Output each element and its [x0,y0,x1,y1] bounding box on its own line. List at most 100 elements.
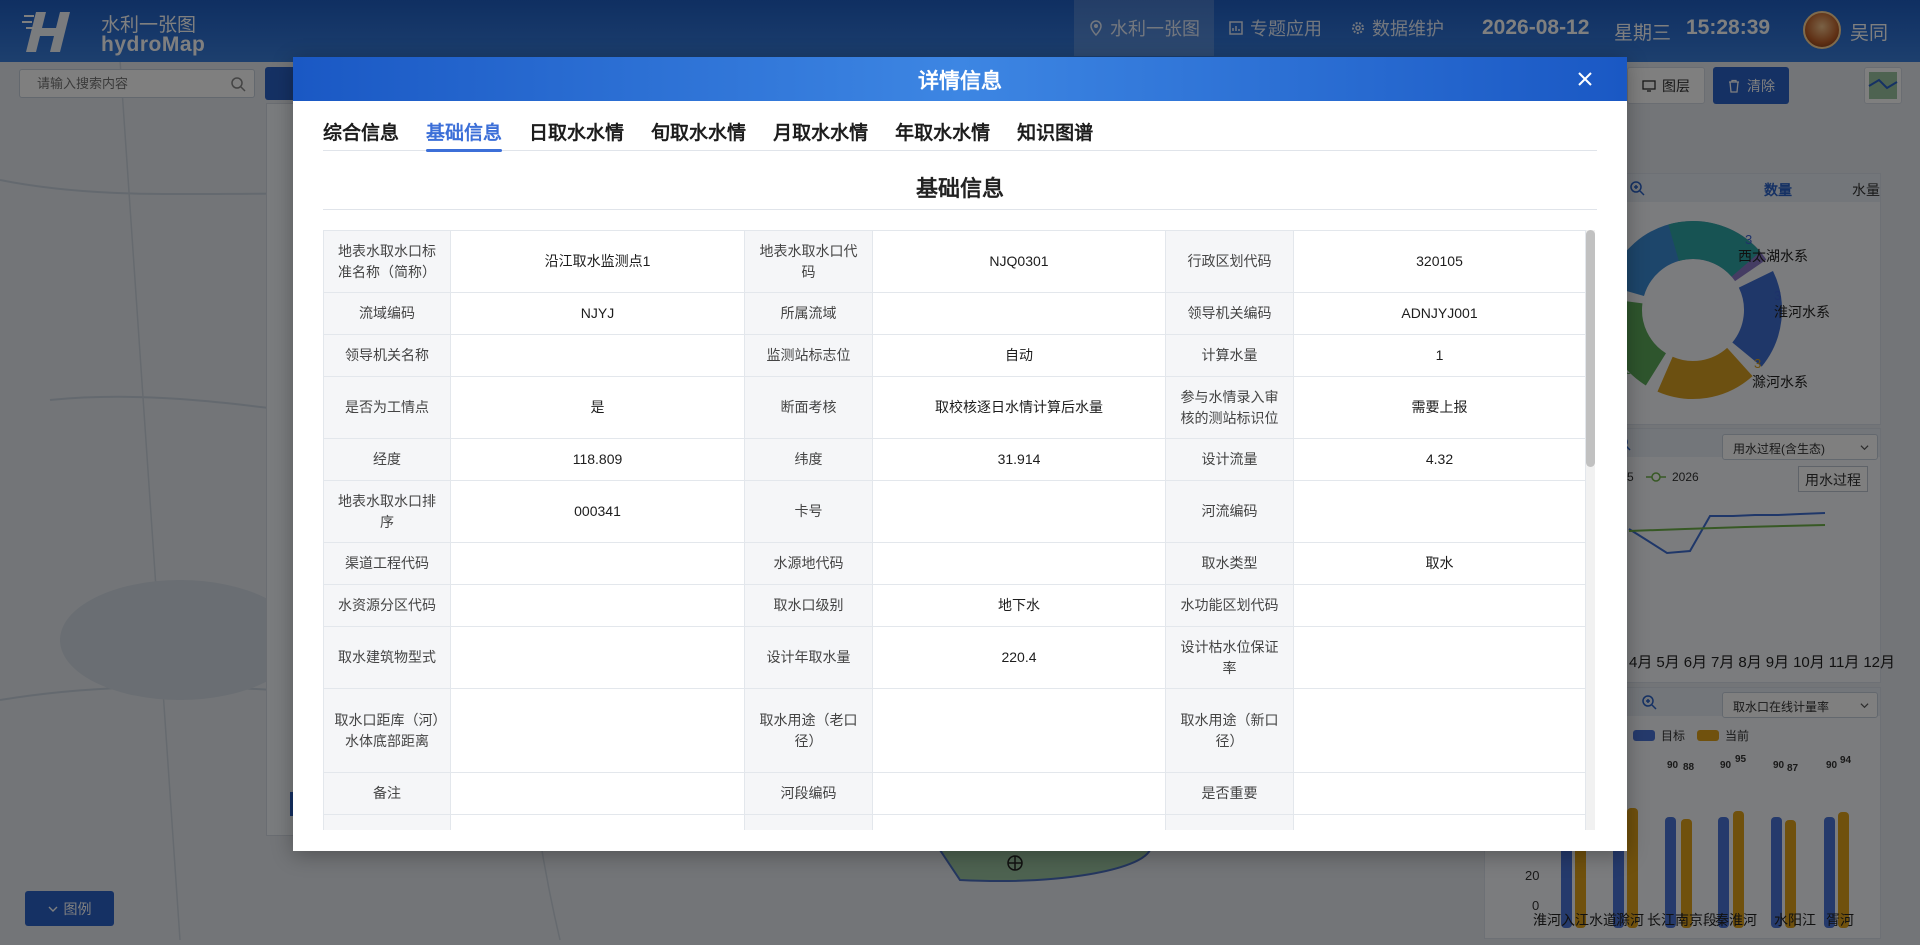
field-label [323,814,451,830]
field-value [450,626,745,689]
field-value: 1 [1293,334,1586,377]
field-label: 水资源分区代码 [323,584,451,627]
table-row: 渠道工程代码 水源地代码 取水类型 取水 [323,542,1586,585]
field-value [1293,772,1586,815]
tab-overview[interactable]: 综合信息 [323,118,399,151]
field-label: 备注 [323,772,451,815]
field-value: 220.4 [872,626,1166,689]
field-label: 所属流域 [744,292,873,335]
basic-info-table-container[interactable]: 地表水取水口标准名称（简称） 沿江取水监测点1 地表水取水口代码 NJQ0301 行政区… [323,230,1597,830]
field-value: 320105 [1293,230,1586,293]
field-value: ADNJYJ001 [1293,292,1586,335]
field-label: 行政区划代码 [1165,230,1294,293]
field-value [1293,584,1586,627]
field-value [450,584,745,627]
field-value: 是 [450,376,745,439]
tab-dekad-intake[interactable]: 旬取水水情 [651,118,746,151]
table-row: 备注 河段编码 是否重要 [323,772,1586,815]
field-label: 断面考核 [744,376,873,439]
field-label [744,814,873,830]
scrollbar-thumb[interactable] [1586,230,1595,467]
field-label: 监测站标志位 [744,334,873,377]
section-title: 基础信息 [323,165,1597,210]
field-value: 4.32 [1293,438,1586,481]
field-label: 地表水取水口标准名称（简称） [323,230,451,293]
field-label: 是否为工情点 [323,376,451,439]
detail-tabs: 综合信息 基础信息 日取水水情 旬取水水情 月取水水情 年取水水情 知识图谱 [323,118,1597,152]
table-row: 流域编码 NJYJ 所属流域 领导机关编码 ADNJYJ001 [323,292,1586,335]
field-label: 河流编码 [1165,480,1294,543]
tab-daily-intake[interactable]: 日取水水情 [529,118,624,151]
field-label: 流域编码 [323,292,451,335]
table-row [323,814,1586,830]
field-value [1293,626,1586,689]
field-value [872,542,1166,585]
field-value: 沿江取水监测点1 [450,230,745,293]
field-label: 是否重要 [1165,772,1294,815]
field-value: NJYJ [450,292,745,335]
field-label: 设计年取水量 [744,626,873,689]
field-label: 设计枯水位保证率 [1165,626,1294,689]
field-value: 需要上报 [1293,376,1586,439]
field-value [872,688,1166,773]
field-value [872,814,1166,830]
table-row: 地表水取水口排序 000341 卡号 河流编码 [323,480,1586,543]
table-row: 地表水取水口标准名称（简称） 沿江取水监测点1 地表水取水口代码 NJQ0301 行政区… [323,230,1586,293]
field-label: 领导机关名称 [323,334,451,377]
field-value: 31.914 [872,438,1166,481]
tab-basic-info[interactable]: 基础信息 [426,118,503,152]
field-label: 经度 [323,438,451,481]
field-label: 领导机关编码 [1165,292,1294,335]
field-label: 设计流量 [1165,438,1294,481]
table-scrollbar[interactable] [1586,230,1595,830]
field-value [872,480,1166,543]
basic-info-table: 地表水取水口标准名称（简称） 沿江取水监测点1 地表水取水口代码 NJQ0301 行政区… [323,230,1586,830]
tab-yearly-intake[interactable]: 年取水水情 [895,118,990,151]
modal-header: 详情信息 [293,57,1627,101]
field-label: 取水用途（新口径） [1165,688,1294,773]
field-value [450,772,745,815]
close-icon[interactable] [1575,69,1595,89]
tab-knowledge-graph[interactable]: 知识图谱 [1017,118,1093,151]
field-label [1165,814,1294,830]
field-value [1293,814,1586,830]
field-value [450,688,745,773]
field-label: 河段编码 [744,772,873,815]
field-value [450,334,745,377]
field-value [872,772,1166,815]
field-value [450,814,745,830]
field-value [450,542,745,585]
table-row: 领导机关名称 监测站标志位 自动 计算水量 1 [323,334,1586,377]
table-row: 经度 118.809 纬度 31.914 设计流量 4.32 [323,438,1586,481]
field-label: 水功能区划代码 [1165,584,1294,627]
field-label: 卡号 [744,480,873,543]
field-label: 地表水取水口排序 [323,480,451,543]
modal-title: 详情信息 [918,70,1002,93]
field-value: 自动 [872,334,1166,377]
field-label: 取水口级别 [744,584,873,627]
field-label: 渠道工程代码 [323,542,451,585]
field-value: 000341 [450,480,745,543]
field-label: 纬度 [744,438,873,481]
field-value: 118.809 [450,438,745,481]
table-row: 取水建筑物型式 设计年取水量 220.4 设计枯水位保证率 [323,626,1586,689]
field-value [1293,688,1586,773]
field-value: 地下水 [872,584,1166,627]
field-label: 取水类型 [1165,542,1294,585]
field-label: 取水建筑物型式 [323,626,451,689]
field-value: NJQ0301 [872,230,1166,293]
table-row: 取水口距库（河）水体底部距离 取水用途（老口径） 取水用途（新口径） [323,688,1586,773]
table-row: 水资源分区代码 取水口级别 地下水 水功能区划代码 [323,584,1586,627]
field-label: 地表水取水口代码 [744,230,873,293]
field-value: 取水 [1293,542,1586,585]
field-value: 取校核逐日水情计算后水量 [872,376,1166,439]
field-value [1293,480,1586,543]
field-label: 参与水情录入审核的测站标识位 [1165,376,1294,439]
field-label: 计算水量 [1165,334,1294,377]
field-value [872,292,1166,335]
table-row: 是否为工情点是断面考核 取校核逐日水情计算后水量 参与水情录入审核的测站标识位 需要上… [323,376,1586,439]
field-label: 水源地代码 [744,542,873,585]
field-label: 取水用途（老口径） [744,688,873,773]
tab-monthly-intake[interactable]: 月取水水情 [773,118,868,151]
field-label: 取水口距库（河）水体底部距离 [323,688,451,773]
